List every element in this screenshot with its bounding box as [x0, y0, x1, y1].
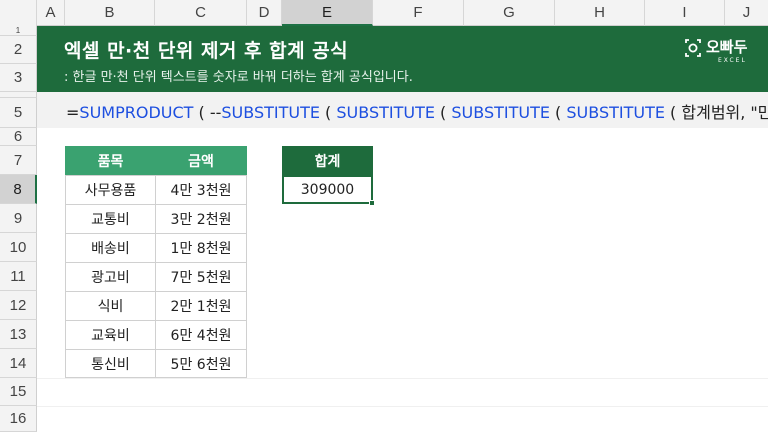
row-header-9[interactable]: 9: [0, 204, 37, 233]
row-header-3[interactable]: 3: [0, 64, 37, 92]
page-title: 엑셀 만·천 단위 제거 후 합계 공식: [64, 40, 349, 62]
gridline: [37, 406, 768, 407]
sum-result-cell[interactable]: 309000: [282, 175, 373, 204]
row-header-10[interactable]: 10: [0, 233, 37, 262]
row-header-16[interactable]: 16: [0, 406, 37, 432]
page-subtitle: : 한글 만·천 단위 텍스트를 숫자로 바꿔 더하는 합계 공식입니다.: [64, 70, 413, 85]
row-header-12[interactable]: 12: [0, 291, 37, 320]
column-header-f[interactable]: F: [373, 0, 464, 26]
table-cell-item[interactable]: 교육비: [65, 320, 156, 350]
column-header-a[interactable]: A: [37, 0, 65, 26]
row-header-1[interactable]: 1: [0, 26, 37, 36]
column-header-e[interactable]: E: [282, 0, 373, 26]
column-header-d[interactable]: D: [247, 0, 282, 26]
row-header-8[interactable]: 8: [0, 175, 37, 204]
table-cell-amount[interactable]: 4만 3천원: [155, 175, 247, 205]
table-header-amount[interactable]: 금액: [155, 146, 247, 175]
row-header-6[interactable]: 6: [0, 128, 37, 146]
logo-text: 오빠두: [706, 38, 748, 56]
column-header-h[interactable]: H: [555, 0, 645, 26]
select-all-corner[interactable]: [0, 0, 37, 26]
gridline: [37, 378, 768, 379]
table-cell-item[interactable]: 식비: [65, 291, 156, 321]
table-cell-item[interactable]: 교통비: [65, 204, 156, 234]
table-cell-item[interactable]: 통신비: [65, 349, 156, 378]
column-header-b[interactable]: B: [65, 0, 155, 26]
column-header-j[interactable]: J: [725, 0, 768, 26]
row-header-5[interactable]: 5: [0, 98, 37, 128]
table-cell-item[interactable]: 광고비: [65, 262, 156, 292]
table-cell-amount[interactable]: 3만 2천원: [155, 204, 247, 234]
fill-handle[interactable]: [369, 200, 375, 206]
table-cell-amount[interactable]: 1만 8천원: [155, 233, 247, 263]
table-cell-amount[interactable]: 6만 4천원: [155, 320, 247, 350]
row-header-14[interactable]: 14: [0, 349, 37, 378]
sum-header[interactable]: 합계: [282, 146, 373, 175]
table-header-item[interactable]: 품목: [65, 146, 156, 175]
formula-text: =SUMPRODUCT ( --SUBSTITUTE ( SUBSTITUTE …: [66, 103, 768, 122]
oppadu-logo-icon: [685, 39, 701, 57]
row-header-13[interactable]: 13: [0, 320, 37, 349]
table-cell-amount[interactable]: 2만 1천원: [155, 291, 247, 321]
column-header-i[interactable]: I: [645, 0, 725, 26]
table-cell-item[interactable]: 배송비: [65, 233, 156, 263]
row-header-11[interactable]: 11: [0, 262, 37, 291]
logo-subtext: EXCEL: [718, 57, 747, 64]
table-cell-item[interactable]: 사무용품: [65, 175, 156, 205]
column-header-g[interactable]: G: [464, 0, 555, 26]
column-header-c[interactable]: C: [155, 0, 247, 26]
row-header-7[interactable]: 7: [0, 146, 37, 175]
row-header-2[interactable]: 2: [0, 36, 37, 64]
row-header-15[interactable]: 15: [0, 378, 37, 406]
table-cell-amount[interactable]: 5만 6천원: [155, 349, 247, 378]
table-cell-amount[interactable]: 7만 5천원: [155, 262, 247, 292]
